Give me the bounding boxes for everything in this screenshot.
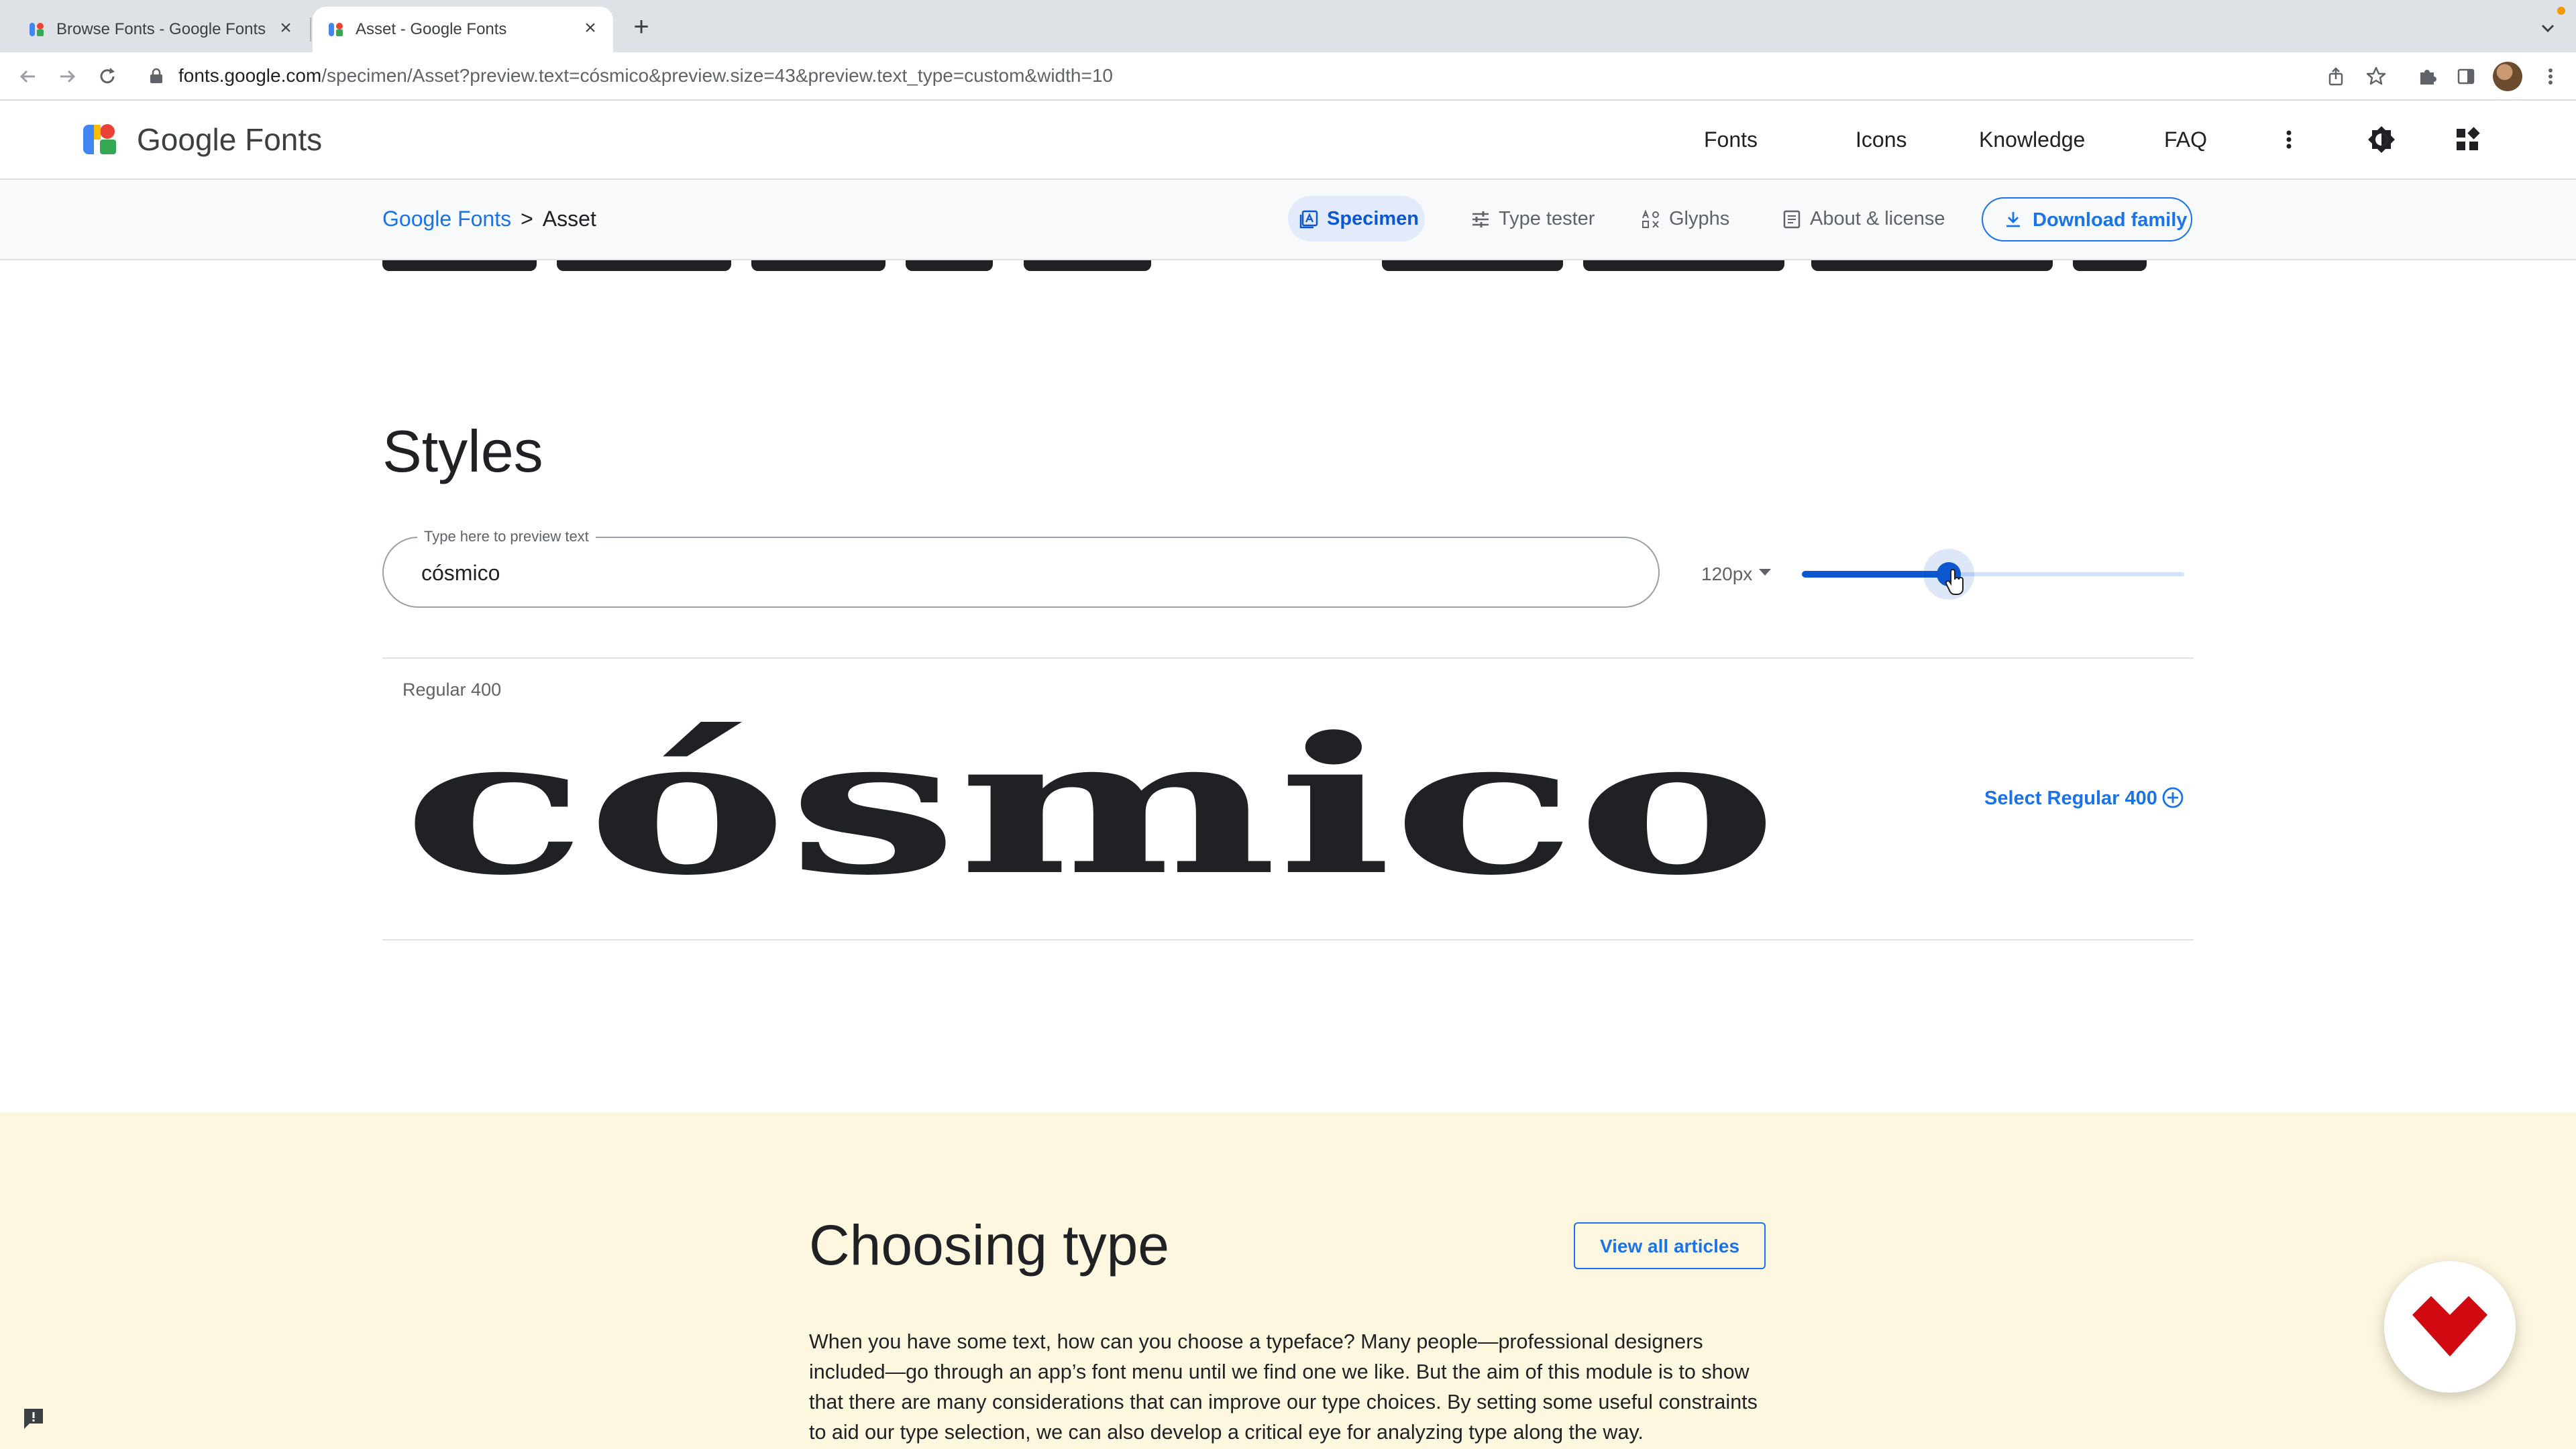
styles-heading: Styles [382,418,543,484]
side-panel-icon[interactable] [2453,63,2479,90]
more-vert-icon[interactable] [2277,125,2301,154]
floating-extension-button[interactable] [2384,1261,2516,1393]
new-tab-plus-icon[interactable]: + [627,12,656,42]
browser-tab-asset[interactable]: Asset - Google Fonts × [313,7,613,52]
choosing-type-heading: Choosing type [809,1214,1170,1277]
google-fonts-favicon-icon [329,23,343,36]
address-bar[interactable]: fonts.google.com/specimen/Asset?preview.… [134,58,2321,94]
google-fonts-logo-icon[interactable] [82,122,119,157]
update-dot-icon [2557,7,2565,15]
reload-icon[interactable] [93,62,122,91]
view-all-articles-button[interactable]: View all articles [1574,1222,1766,1269]
hand-cursor-icon [1945,569,1964,596]
back-arrow-icon[interactable] [13,62,43,91]
tab-title: Browse Fonts - Google Fonts [56,20,266,38]
lock-icon[interactable] [149,68,164,84]
download-icon [2006,212,2020,227]
scrolled-specimen-remnant [376,260,2187,274]
article-icon [1783,210,1801,229]
url-host: fonts.google.com [178,65,322,86]
forward-arrow-icon[interactable] [52,62,82,91]
tune-icon [1472,211,1489,227]
download-family-button[interactable]: Download family [1982,197,2192,241]
brand-name[interactable]: Google Fonts [137,121,322,158]
family-subnav: Google Fonts > Asset Specimen Type tester … [0,180,2576,260]
apps-grid-icon[interactable] [2453,125,2482,154]
breadcrumb-root-link[interactable]: Google Fonts [382,207,511,231]
tab-specimen[interactable]: Specimen [1288,196,1425,241]
nav-knowledge[interactable]: Knowledge [1979,126,2085,153]
feedback-icon[interactable] [20,1405,47,1432]
extensions-puzzle-icon[interactable] [2414,63,2440,90]
close-tab-icon[interactable]: × [580,17,601,39]
bookmark-star-icon[interactable] [2363,63,2390,90]
browser-tab-browse-fonts[interactable]: Browse Fonts - Google Fonts × [13,7,309,52]
browser-tab-strip: Browse Fonts - Google Fonts × Asset - Go… [0,0,2576,52]
breadcrumb-current: Asset [542,207,596,231]
style-row-top-divider [382,657,2194,659]
google-fonts-favicon-icon [30,23,44,36]
breadcrumb: Google Fonts > Asset [382,205,596,232]
article-intro-text: When you have some text, how can you cho… [809,1330,1758,1444]
tab-label: About & license [1810,208,1945,229]
tab-search-chevron-icon[interactable] [2537,17,2559,39]
url-path: /specimen/Asset?preview.text=cósmico&pre… [321,65,1113,86]
download-family-label: Download family [2033,209,2188,231]
font-size-slider[interactable] [1802,549,2184,600]
nav-fonts[interactable]: Fonts [1704,126,1758,153]
url-text[interactable]: fonts.google.com/specimen/Asset?preview.… [178,66,1113,86]
theme-toggle-icon[interactable] [2365,123,2398,156]
tab-separator [310,17,311,42]
nav-icons[interactable]: Icons [1856,126,1907,153]
add-circle-icon [2162,787,2184,808]
tab-label: Type tester [1499,208,1595,229]
tab-about-license[interactable]: About & license [1771,196,1952,241]
specimen-icon [1299,210,1318,229]
tab-label: Specimen [1327,208,1419,229]
preview-text-label: Type here to preview text [417,527,596,546]
site-header: Google Fonts Fonts Icons Knowledge FAQ [0,101,2576,180]
tab-type-tester[interactable]: Type tester [1460,196,1597,241]
dropdown-caret-icon [1759,569,1771,576]
font-size-value: 120px [1701,564,1753,584]
style-specimen-preview: cósmico [402,704,1778,906]
share-icon[interactable] [2322,63,2349,90]
browser-menu-kebab-icon[interactable] [2537,63,2564,90]
tab-glyphs[interactable]: Glyphs [1630,196,1737,241]
glyphs-icon [1642,209,1659,228]
specimen-text: cósmico [402,704,1778,906]
preview-text-field[interactable]: Type here to preview text [382,527,1660,608]
profile-avatar[interactable] [2493,62,2522,91]
view-all-articles-label: View all articles [1599,1236,1740,1256]
style-row-bottom-divider [382,939,2194,941]
close-tab-icon[interactable]: × [275,17,297,39]
browser-toolbar: fonts.google.com/specimen/Asset?preview.… [0,52,2576,101]
red-heart-logo-icon [2412,1296,2487,1356]
select-regular-400-button[interactable]: Select Regular 400 [1984,784,2192,813]
breadcrumb-separator: > [521,207,533,231]
nav-faq[interactable]: FAQ [2164,126,2207,153]
select-style-label: Select Regular 400 [1984,788,2157,809]
preview-text-input[interactable] [421,558,1615,588]
tab-label: Glyphs [1669,208,1730,229]
tab-title: Asset - Google Fonts [356,20,507,38]
font-size-select[interactable]: 120px [1701,561,1775,588]
style-name-label: Regular 400 [402,680,502,700]
